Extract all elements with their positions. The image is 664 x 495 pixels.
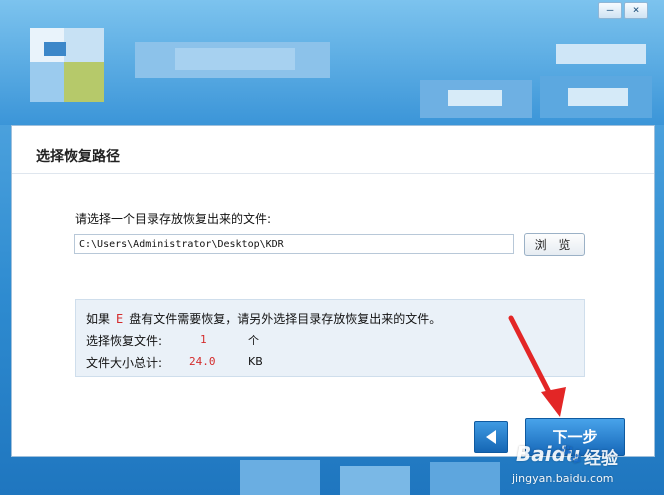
- watermark-url: jingyan.baidu.com: [512, 472, 614, 485]
- files-count-label: 选择恢复文件:: [86, 334, 163, 348]
- paw-icon: 🐾: [560, 444, 583, 465]
- warning-suffix: 盘有文件需要恢复，请另外选择目录存放恢复出来的文件。: [129, 312, 442, 326]
- drive-warning-text: 如果 E 盘有文件需要恢复，请另外选择目录存放恢复出来的文件。: [86, 310, 441, 327]
- back-button[interactable]: [474, 421, 508, 453]
- recovery-window: — × 选择恢复路径 请选择一个目录存放恢复出来的文件: 浏 览 如果 E 盘有文件…: [0, 0, 664, 495]
- files-count-row: 选择恢复文件: 1 个: [86, 332, 259, 349]
- title-divider: [12, 173, 654, 174]
- files-size-unit: KB: [248, 355, 263, 368]
- blurred-header-banner: [0, 0, 664, 125]
- directory-prompt: 请选择一个目录存放恢复出来的文件:: [75, 212, 272, 226]
- close-button[interactable]: ×: [624, 2, 648, 19]
- baidu-watermark: Baidu 🐾 经验 jingyan.baidu.com: [512, 442, 662, 492]
- warning-prefix: 如果: [86, 312, 111, 326]
- watermark-title: 经验: [584, 449, 618, 469]
- browse-button[interactable]: 浏 览: [524, 233, 585, 256]
- recovery-path-input[interactable]: [74, 234, 514, 254]
- recovery-path-panel: 选择恢复路径 请选择一个目录存放恢复出来的文件: 浏 览 如果 E 盘有文件需要恢复…: [11, 125, 655, 457]
- files-size-label: 文件大小总计:: [86, 356, 163, 370]
- files-count-unit: 个: [248, 334, 259, 347]
- arrow-left-icon: [486, 430, 496, 444]
- files-count-value: 1: [200, 333, 207, 346]
- minimize-button[interactable]: —: [598, 2, 622, 19]
- files-size-row: 文件大小总计: 24.0 KB: [86, 354, 263, 371]
- page-title: 选择恢复路径: [36, 149, 120, 165]
- recovery-info-box: 如果 E 盘有文件需要恢复，请另外选择目录存放恢复出来的文件。 选择恢复文件: 1 …: [75, 299, 585, 377]
- files-size-value: 24.0: [189, 355, 216, 368]
- drive-letter: E: [116, 312, 124, 326]
